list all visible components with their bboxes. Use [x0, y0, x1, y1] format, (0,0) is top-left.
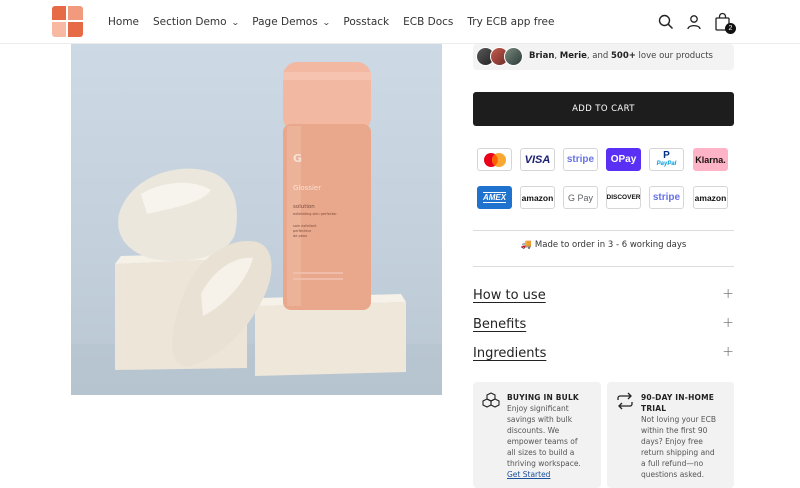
bottle-fr-line1: soin exfoliant	[293, 224, 317, 228]
nav-try-ecb-app[interactable]: Try ECB app free	[467, 16, 554, 28]
card-body: Enjoy significant savings with bulk disc…	[507, 404, 581, 480]
card-title: BUYING IN BULK	[507, 393, 579, 402]
nav-ecb-docs[interactable]: ECB Docs	[403, 16, 453, 28]
amex-icon: AMEX	[477, 186, 512, 209]
bulk-buying-card: BUYING IN BULK Enjoy significant savings…	[473, 382, 601, 488]
repeat-icon	[616, 392, 634, 410]
mastercard-icon	[477, 148, 512, 171]
chevron-down-icon: ⌄	[321, 17, 331, 27]
accordion-title: Ingredients	[473, 346, 547, 361]
cart-icon[interactable]: 2	[714, 12, 736, 34]
boxes-icon	[482, 392, 500, 410]
cart-count-badge: 2	[725, 23, 736, 34]
discover-icon: DISCOVER	[606, 186, 641, 209]
truck-icon: 🚚	[520, 240, 532, 250]
account-icon[interactable]	[686, 14, 702, 30]
amazon-pay-icon: amazon	[693, 186, 728, 209]
visa-icon: VISA	[520, 148, 555, 171]
bottle-name: solution	[293, 204, 315, 210]
plus-icon: +	[722, 315, 734, 331]
get-started-link[interactable]: Get Started	[507, 469, 581, 480]
add-to-cart-button[interactable]: ADD TO CART	[473, 92, 734, 126]
avatar	[504, 47, 523, 66]
bottle-fr-line3: de peau	[293, 234, 307, 238]
bottle-fr-line2: perfecteur	[293, 229, 312, 233]
accordion-ingredients[interactable]: Ingredients +	[473, 344, 734, 366]
nav-home[interactable]: Home	[108, 16, 139, 28]
accordion-how-to-use[interactable]: How to use +	[473, 286, 734, 308]
social-proof: Brian, Merie, and 500+ love our products	[473, 44, 734, 70]
accordion-benefits[interactable]: Benefits +	[473, 315, 734, 337]
accordion-title: Benefits	[473, 317, 527, 332]
customer-avatars	[476, 47, 528, 67]
site-header: Home Section Demo ⌄ Page Demos ⌄ Posstack …	[0, 0, 800, 44]
chevron-down-icon: ⌄	[230, 17, 240, 27]
divider	[473, 266, 734, 267]
nav-posstack[interactable]: Posstack	[343, 16, 389, 28]
svg-text:G: G	[293, 152, 302, 165]
stripe-icon: stripe	[649, 186, 684, 209]
stripe-icon: stripe	[563, 148, 598, 171]
search-icon[interactable]	[658, 14, 674, 30]
accordion-title: How to use	[473, 288, 546, 303]
opay-icon: OPay	[606, 148, 641, 171]
card-body: Not loving your ECB within the first 90 …	[641, 415, 716, 479]
card-title: 90-DAY IN-HOME TRIAL	[641, 393, 715, 413]
bottle-sub: exfoliating skin perfector	[293, 212, 337, 216]
paypal-icon: P PayPal	[649, 148, 684, 171]
google-pay-icon: G Pay	[563, 186, 598, 209]
header-icons: 2	[658, 0, 736, 44]
plus-icon: +	[722, 344, 734, 360]
amazon-pay-icon: amazon	[520, 186, 555, 209]
plus-icon: +	[722, 286, 734, 302]
klarna-icon: Klarna.	[693, 148, 728, 171]
social-proof-text: Brian, Merie, and 500+ love our products	[529, 51, 713, 61]
divider	[473, 230, 734, 231]
main-nav: Home Section Demo ⌄ Page Demos ⌄ Posstack …	[108, 0, 568, 44]
nav-section-demo[interactable]: Section Demo ⌄	[153, 16, 240, 28]
shipping-note: 🚚 Made to order in 3 - 6 working days	[520, 240, 687, 250]
bottle-brand: Glossier	[293, 184, 321, 192]
nav-page-demos[interactable]: Page Demos ⌄	[252, 16, 331, 28]
store-logo[interactable]	[52, 6, 83, 37]
product-image[interactable]: G Glossier solution exfoliating skin per…	[71, 44, 442, 395]
home-trial-card: 90-DAY IN-HOME TRIAL Not loving your ECB…	[607, 382, 734, 488]
